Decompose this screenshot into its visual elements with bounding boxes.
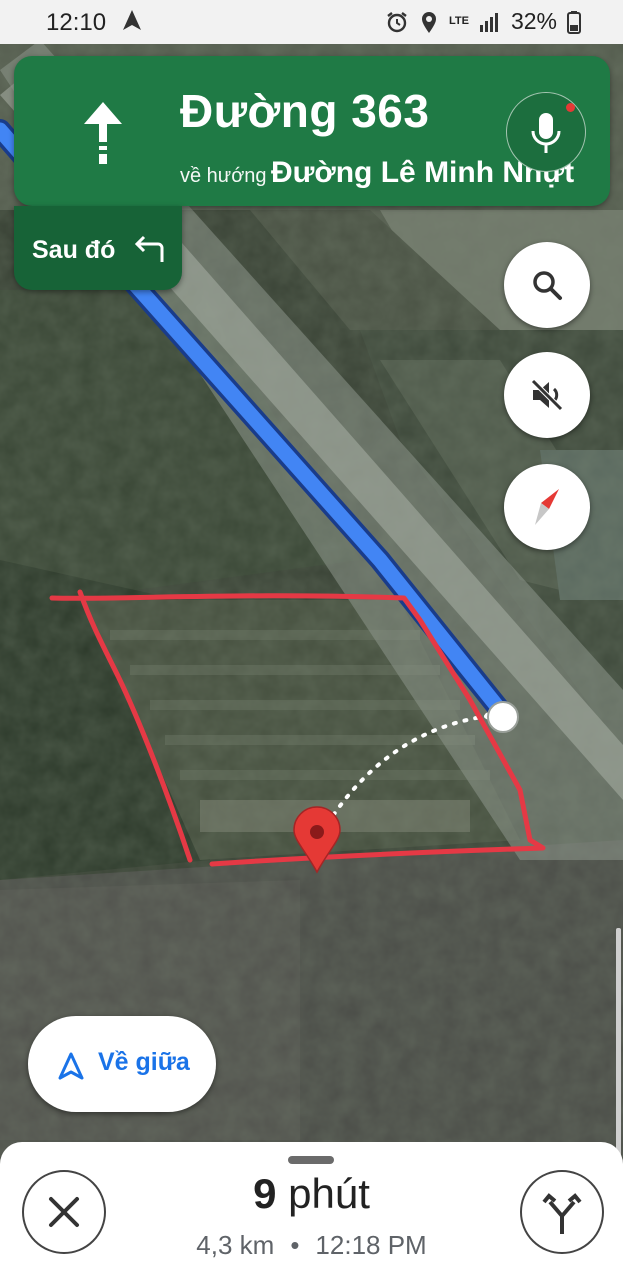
compass-button[interactable]	[504, 464, 590, 550]
separator: •	[290, 1230, 300, 1260]
recording-indicator	[566, 103, 575, 112]
turn-left-icon	[134, 235, 164, 262]
battery-percent: 32%	[510, 8, 557, 34]
navigation-arrow-icon	[58, 1052, 84, 1080]
search-button[interactable]	[504, 242, 590, 328]
signal-icon	[479, 12, 498, 32]
distance: 4,3 km	[196, 1230, 275, 1260]
volume-off-icon	[531, 379, 563, 411]
network-type: LTE	[448, 15, 469, 27]
search-icon	[533, 271, 562, 300]
route-endpoint	[487, 701, 519, 733]
duration-unit: phút	[288, 1170, 370, 1217]
navigation-instruction-card[interactable]: Đường 363 về hướng Đường Lê Minh Nhựt	[14, 56, 610, 206]
clock: 12:10	[46, 9, 107, 36]
alarm-icon	[387, 11, 407, 32]
drag-handle[interactable]	[288, 1156, 334, 1164]
navigation-status-icon	[123, 10, 141, 30]
compass-icon	[535, 489, 559, 525]
voice-search-button[interactable]	[506, 92, 586, 172]
mute-button[interactable]	[504, 352, 590, 438]
recenter-button[interactable]: Về giữa	[28, 1016, 216, 1112]
scroll-indicator	[616, 928, 621, 1160]
straight-arrow-icon	[84, 102, 122, 164]
trip-summary-sheet[interactable]: 9 phút 4,3 km • 12:18 PM	[0, 1142, 623, 1280]
toward-prefix: về hướng	[180, 165, 267, 187]
then-label: Sau đó	[32, 236, 116, 264]
location-icon	[421, 11, 436, 33]
battery-icon	[567, 10, 581, 34]
status-bar: 12:10 LTE 32%	[0, 0, 623, 44]
duration-value: 9	[253, 1170, 277, 1217]
then-turn-card[interactable]: Sau đó	[14, 206, 182, 290]
alternate-routes-button[interactable]	[520, 1170, 604, 1254]
recenter-label: Về giữa	[98, 1048, 190, 1076]
route-options-icon	[542, 1193, 582, 1234]
arrival-time: 12:18 PM	[315, 1230, 427, 1260]
current-street: Đường 363	[180, 85, 430, 137]
